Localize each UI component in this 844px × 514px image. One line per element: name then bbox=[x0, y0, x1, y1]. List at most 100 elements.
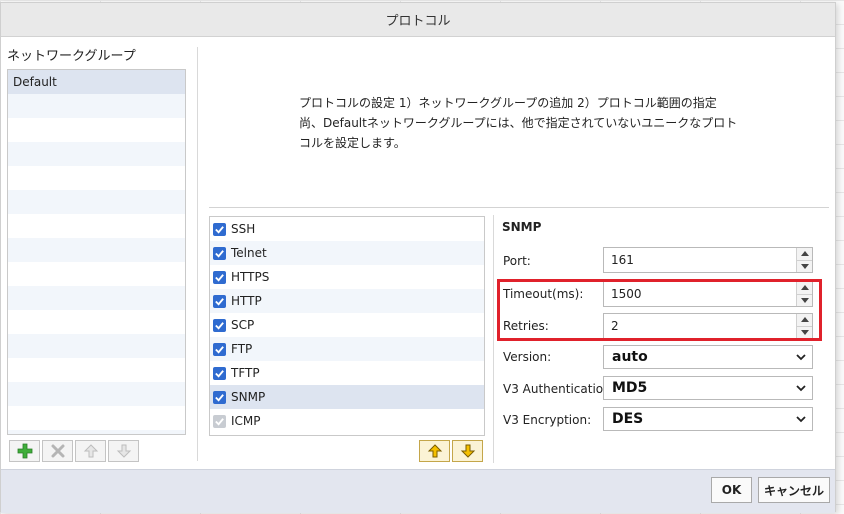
chevron-down-icon bbox=[796, 415, 806, 422]
list-item-empty bbox=[8, 262, 185, 286]
port-input[interactable] bbox=[604, 248, 796, 272]
settings-divider bbox=[493, 215, 494, 463]
list-item-empty bbox=[8, 286, 185, 310]
list-item-empty bbox=[8, 214, 185, 238]
port-label: Port: bbox=[503, 254, 531, 268]
description-line: コルを設定します。 bbox=[299, 136, 406, 150]
v3-encryption-select[interactable]: DES bbox=[603, 407, 813, 431]
retries-input[interactable] bbox=[604, 314, 796, 338]
caret-up-icon bbox=[800, 317, 809, 323]
checkbox-disabled bbox=[213, 414, 226, 428]
cancel-button[interactable]: キャンセル bbox=[758, 477, 830, 503]
timeout-stepper[interactable] bbox=[603, 281, 813, 307]
arrow-up-icon bbox=[427, 444, 442, 458]
move-group-down-button[interactable] bbox=[108, 440, 139, 462]
timeout-increment-button[interactable] bbox=[797, 282, 812, 294]
list-item-default-group[interactable]: Default bbox=[8, 70, 185, 94]
port-stepper[interactable] bbox=[603, 247, 813, 273]
checkbox-checked[interactable] bbox=[213, 342, 226, 356]
checkbox-checked[interactable] bbox=[213, 222, 226, 236]
list-item-empty bbox=[8, 334, 185, 358]
protocol-label: HTTP bbox=[231, 294, 262, 308]
list-item-empty bbox=[8, 166, 185, 190]
caret-down-icon bbox=[800, 329, 809, 335]
protocol-label: TFTP bbox=[231, 366, 260, 380]
checkmark-icon bbox=[215, 225, 224, 234]
protocol-label: SSH bbox=[231, 222, 256, 236]
retries-decrement-button[interactable] bbox=[797, 325, 812, 338]
caret-up-icon bbox=[800, 285, 809, 291]
retries-increment-button[interactable] bbox=[797, 314, 812, 326]
group-toolbar bbox=[9, 440, 139, 462]
protocol-list[interactable]: SSH Telnet HTTPS HTTP SCP FTP TFTP SNMP bbox=[209, 216, 485, 436]
protocol-item-https[interactable]: HTTPS bbox=[210, 265, 484, 289]
version-select[interactable]: auto bbox=[603, 345, 813, 369]
port-decrement-button[interactable] bbox=[797, 259, 812, 272]
protocol-item-scp[interactable]: SCP bbox=[210, 313, 484, 337]
checkbox-checked[interactable] bbox=[213, 246, 226, 260]
network-group-list[interactable]: Default bbox=[7, 69, 186, 435]
protocol-order-toolbar bbox=[419, 440, 483, 462]
checkmark-icon bbox=[215, 297, 224, 306]
protocol-item-ftp[interactable]: FTP bbox=[210, 337, 484, 361]
snmp-settings-title: SNMP bbox=[502, 220, 542, 234]
dialog-footer bbox=[1, 469, 835, 513]
port-spin bbox=[796, 248, 812, 272]
arrow-up-icon bbox=[83, 444, 98, 458]
protocol-item-telnet[interactable]: Telnet bbox=[210, 241, 484, 265]
checkbox-checked[interactable] bbox=[213, 270, 226, 284]
list-item-empty bbox=[8, 94, 185, 118]
checkmark-icon bbox=[215, 249, 224, 258]
list-item-empty bbox=[8, 310, 185, 334]
move-group-up-button[interactable] bbox=[75, 440, 106, 462]
move-protocol-up-button[interactable] bbox=[419, 440, 450, 462]
list-item-empty bbox=[8, 142, 185, 166]
checkbox-checked[interactable] bbox=[213, 390, 226, 404]
protocol-item-tftp[interactable]: TFTP bbox=[210, 361, 484, 385]
dialog-title: プロトコル bbox=[1, 3, 835, 37]
timeout-input[interactable] bbox=[604, 282, 796, 306]
plus-icon bbox=[17, 443, 32, 459]
timeout-decrement-button[interactable] bbox=[797, 293, 812, 306]
add-group-button[interactable] bbox=[9, 440, 40, 462]
protocol-item-icmp[interactable]: ICMP bbox=[210, 409, 484, 433]
protocol-label: ICMP bbox=[231, 414, 261, 428]
network-group-heading: ネットワークグループ bbox=[7, 49, 136, 64]
arrow-down-icon bbox=[116, 444, 131, 458]
delete-x-icon bbox=[51, 444, 64, 458]
protocol-item-http[interactable]: HTTP bbox=[210, 289, 484, 313]
checkbox-checked[interactable] bbox=[213, 318, 226, 332]
protocol-label: HTTPS bbox=[231, 270, 270, 284]
port-increment-button[interactable] bbox=[797, 248, 812, 260]
v3-authentication-select[interactable]: MD5 bbox=[603, 376, 813, 400]
section-divider bbox=[209, 207, 829, 208]
checkbox-checked[interactable] bbox=[213, 366, 226, 380]
checkbox-checked[interactable] bbox=[213, 294, 226, 308]
list-item-empty bbox=[8, 190, 185, 214]
delete-group-button[interactable] bbox=[42, 440, 73, 462]
chevron-down-icon bbox=[796, 384, 806, 391]
panel-divider bbox=[197, 47, 198, 461]
list-item-empty bbox=[8, 382, 185, 406]
checkmark-icon bbox=[215, 417, 224, 426]
v3-authentication-selected-value: MD5 bbox=[612, 380, 648, 396]
protocol-item-ssh[interactable]: SSH bbox=[210, 217, 484, 241]
timeout-spin bbox=[796, 282, 812, 306]
version-selected-value: auto bbox=[612, 349, 648, 365]
chevron-down-icon bbox=[796, 353, 806, 360]
timeout-label: Timeout(ms): bbox=[503, 287, 584, 301]
protocol-label: SCP bbox=[231, 318, 255, 332]
caret-down-icon bbox=[800, 263, 809, 269]
ok-button[interactable]: OK bbox=[711, 477, 752, 503]
list-item-empty bbox=[8, 358, 185, 382]
description-line: プロトコルの設定 1）ネットワークグループの追加 2）プロトコル範囲の指定 bbox=[299, 96, 717, 110]
protocol-item-snmp[interactable]: SNMP bbox=[210, 385, 484, 409]
list-item-empty bbox=[8, 406, 185, 430]
checkmark-icon bbox=[215, 273, 224, 282]
v3-authentication-label: V3 Authentication: bbox=[503, 382, 615, 396]
checkmark-icon bbox=[215, 345, 224, 354]
protocol-description: プロトコルの設定 1）ネットワークグループの追加 2）プロトコル範囲の指定 尚、… bbox=[299, 93, 759, 153]
move-protocol-down-button[interactable] bbox=[452, 440, 483, 462]
caret-up-icon bbox=[800, 251, 809, 257]
retries-stepper[interactable] bbox=[603, 313, 813, 339]
